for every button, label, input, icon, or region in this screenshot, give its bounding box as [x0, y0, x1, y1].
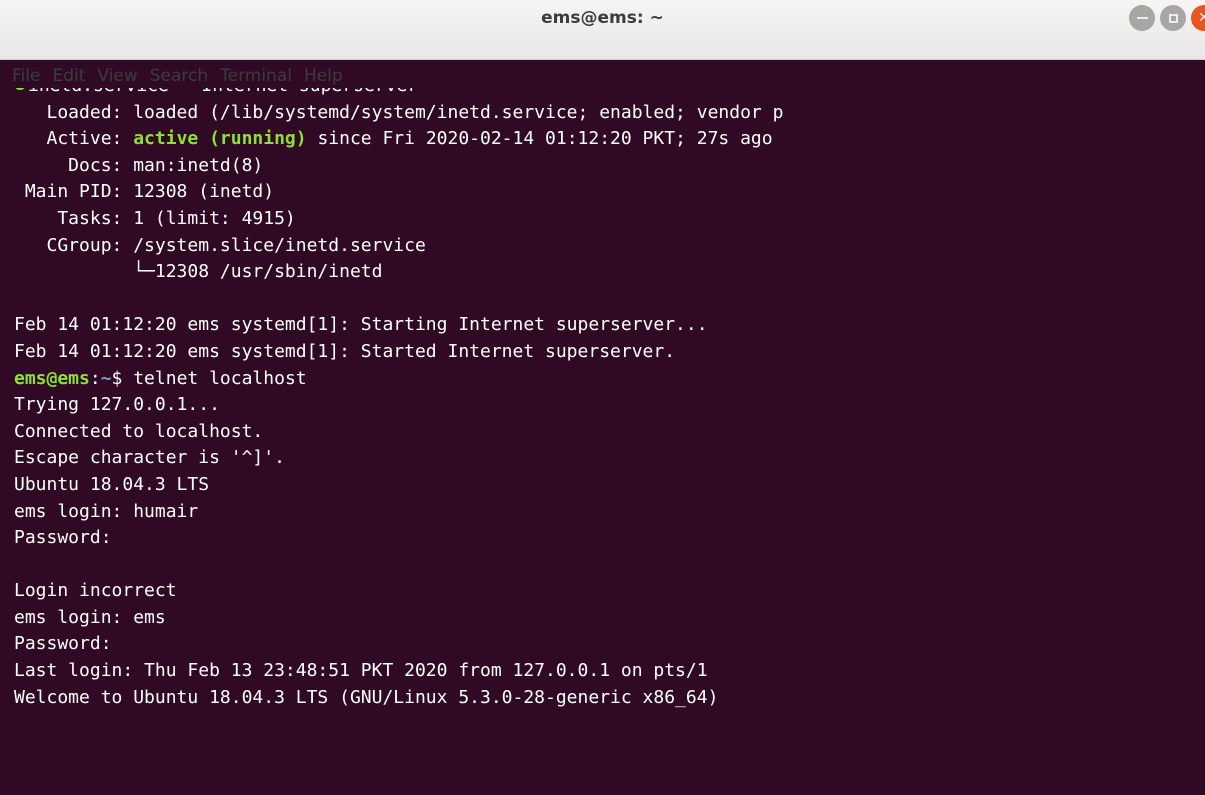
output-line: Ubuntu 18.04.3 LTS [14, 473, 210, 495]
menu-bar: File Edit View Search Terminal Help [0, 62, 355, 90]
cgroup-child-line: └─12308 /usr/sbin/inetd [14, 261, 383, 283]
prompt-path: ~ [100, 367, 112, 389]
service-status-line: inetd.service - Internet superserver [14, 88, 783, 100]
minimize-icon [1136, 17, 1148, 19]
menu-search[interactable]: Search [150, 66, 208, 86]
output-line: Last login: Thu Feb 13 23:48:51 PKT 2020… [14, 660, 708, 682]
close-button[interactable]: ✕ [1191, 5, 1205, 31]
main-pid-line: Main PID: 12308 (inetd) [14, 181, 275, 203]
output-line: Escape character is '^]'. [14, 447, 285, 469]
terminal-window: ems@ems: ~ ✕ File Edit View Search Termi… [0, 0, 1205, 795]
loaded-line: Loaded: loaded (/lib/systemd/system/inet… [14, 101, 784, 123]
menu-help[interactable]: Help [304, 66, 343, 86]
maximize-button[interactable] [1160, 5, 1186, 31]
title-bar[interactable]: ems@ems: ~ ✕ [0, 0, 1205, 60]
terminal-output[interactable]: inetd.service - Internet superserver Loa… [0, 88, 1205, 795]
output-line: Connected to localhost. [14, 420, 264, 442]
output-line: Password: [14, 633, 112, 655]
prompt-line: ems@ems:~$ telnet localhost [14, 366, 783, 393]
window-title: ems@ems: ~ [541, 8, 664, 28]
active-line: Active: active (running) since Fri 2020-… [14, 126, 783, 153]
status-dot-icon [14, 88, 26, 90]
output-line: Trying 127.0.0.1... [14, 394, 220, 416]
tasks-line: Tasks: 1 (limit: 4915) [14, 207, 296, 229]
output-line: Password: [14, 527, 112, 549]
window-controls: ✕ [1129, 5, 1205, 31]
minimize-button[interactable] [1129, 5, 1155, 31]
maximize-icon [1168, 13, 1178, 23]
service-name: inetd.service - Internet superserver [28, 88, 418, 96]
active-state: active (running) [133, 128, 307, 150]
prompt-colon: : [89, 367, 101, 389]
active-since: since Fri 2020-02-14 01:12:20 PKT; 27s a… [306, 128, 773, 150]
menu-edit[interactable]: Edit [52, 66, 85, 86]
output-line: ems login: ems [14, 606, 166, 628]
prompt-user: ems@ems [14, 367, 90, 389]
menu-view[interactable]: View [97, 66, 137, 86]
prompt-command: $ telnet localhost [111, 367, 307, 389]
output-line: Login incorrect [14, 580, 177, 602]
log-line: Feb 14 01:12:20 ems systemd[1]: Started … [14, 340, 676, 362]
menu-terminal[interactable]: Terminal [220, 66, 292, 86]
terminal-lines: inetd.service - Internet superserver Loa… [14, 88, 783, 711]
active-label: Active: [14, 128, 134, 150]
output-line: Welcome to Ubuntu 18.04.3 LTS (GNU/Linux… [14, 686, 719, 708]
output-line: ems login: humair [14, 500, 199, 522]
cgroup-line: CGroup: /system.slice/inetd.service [14, 234, 426, 256]
log-line: Feb 14 01:12:20 ems systemd[1]: Starting… [14, 314, 708, 336]
close-icon: ✕ [1198, 10, 1205, 26]
menu-file[interactable]: File [12, 66, 40, 86]
docs-line: Docs: man:inetd(8) [14, 154, 264, 176]
